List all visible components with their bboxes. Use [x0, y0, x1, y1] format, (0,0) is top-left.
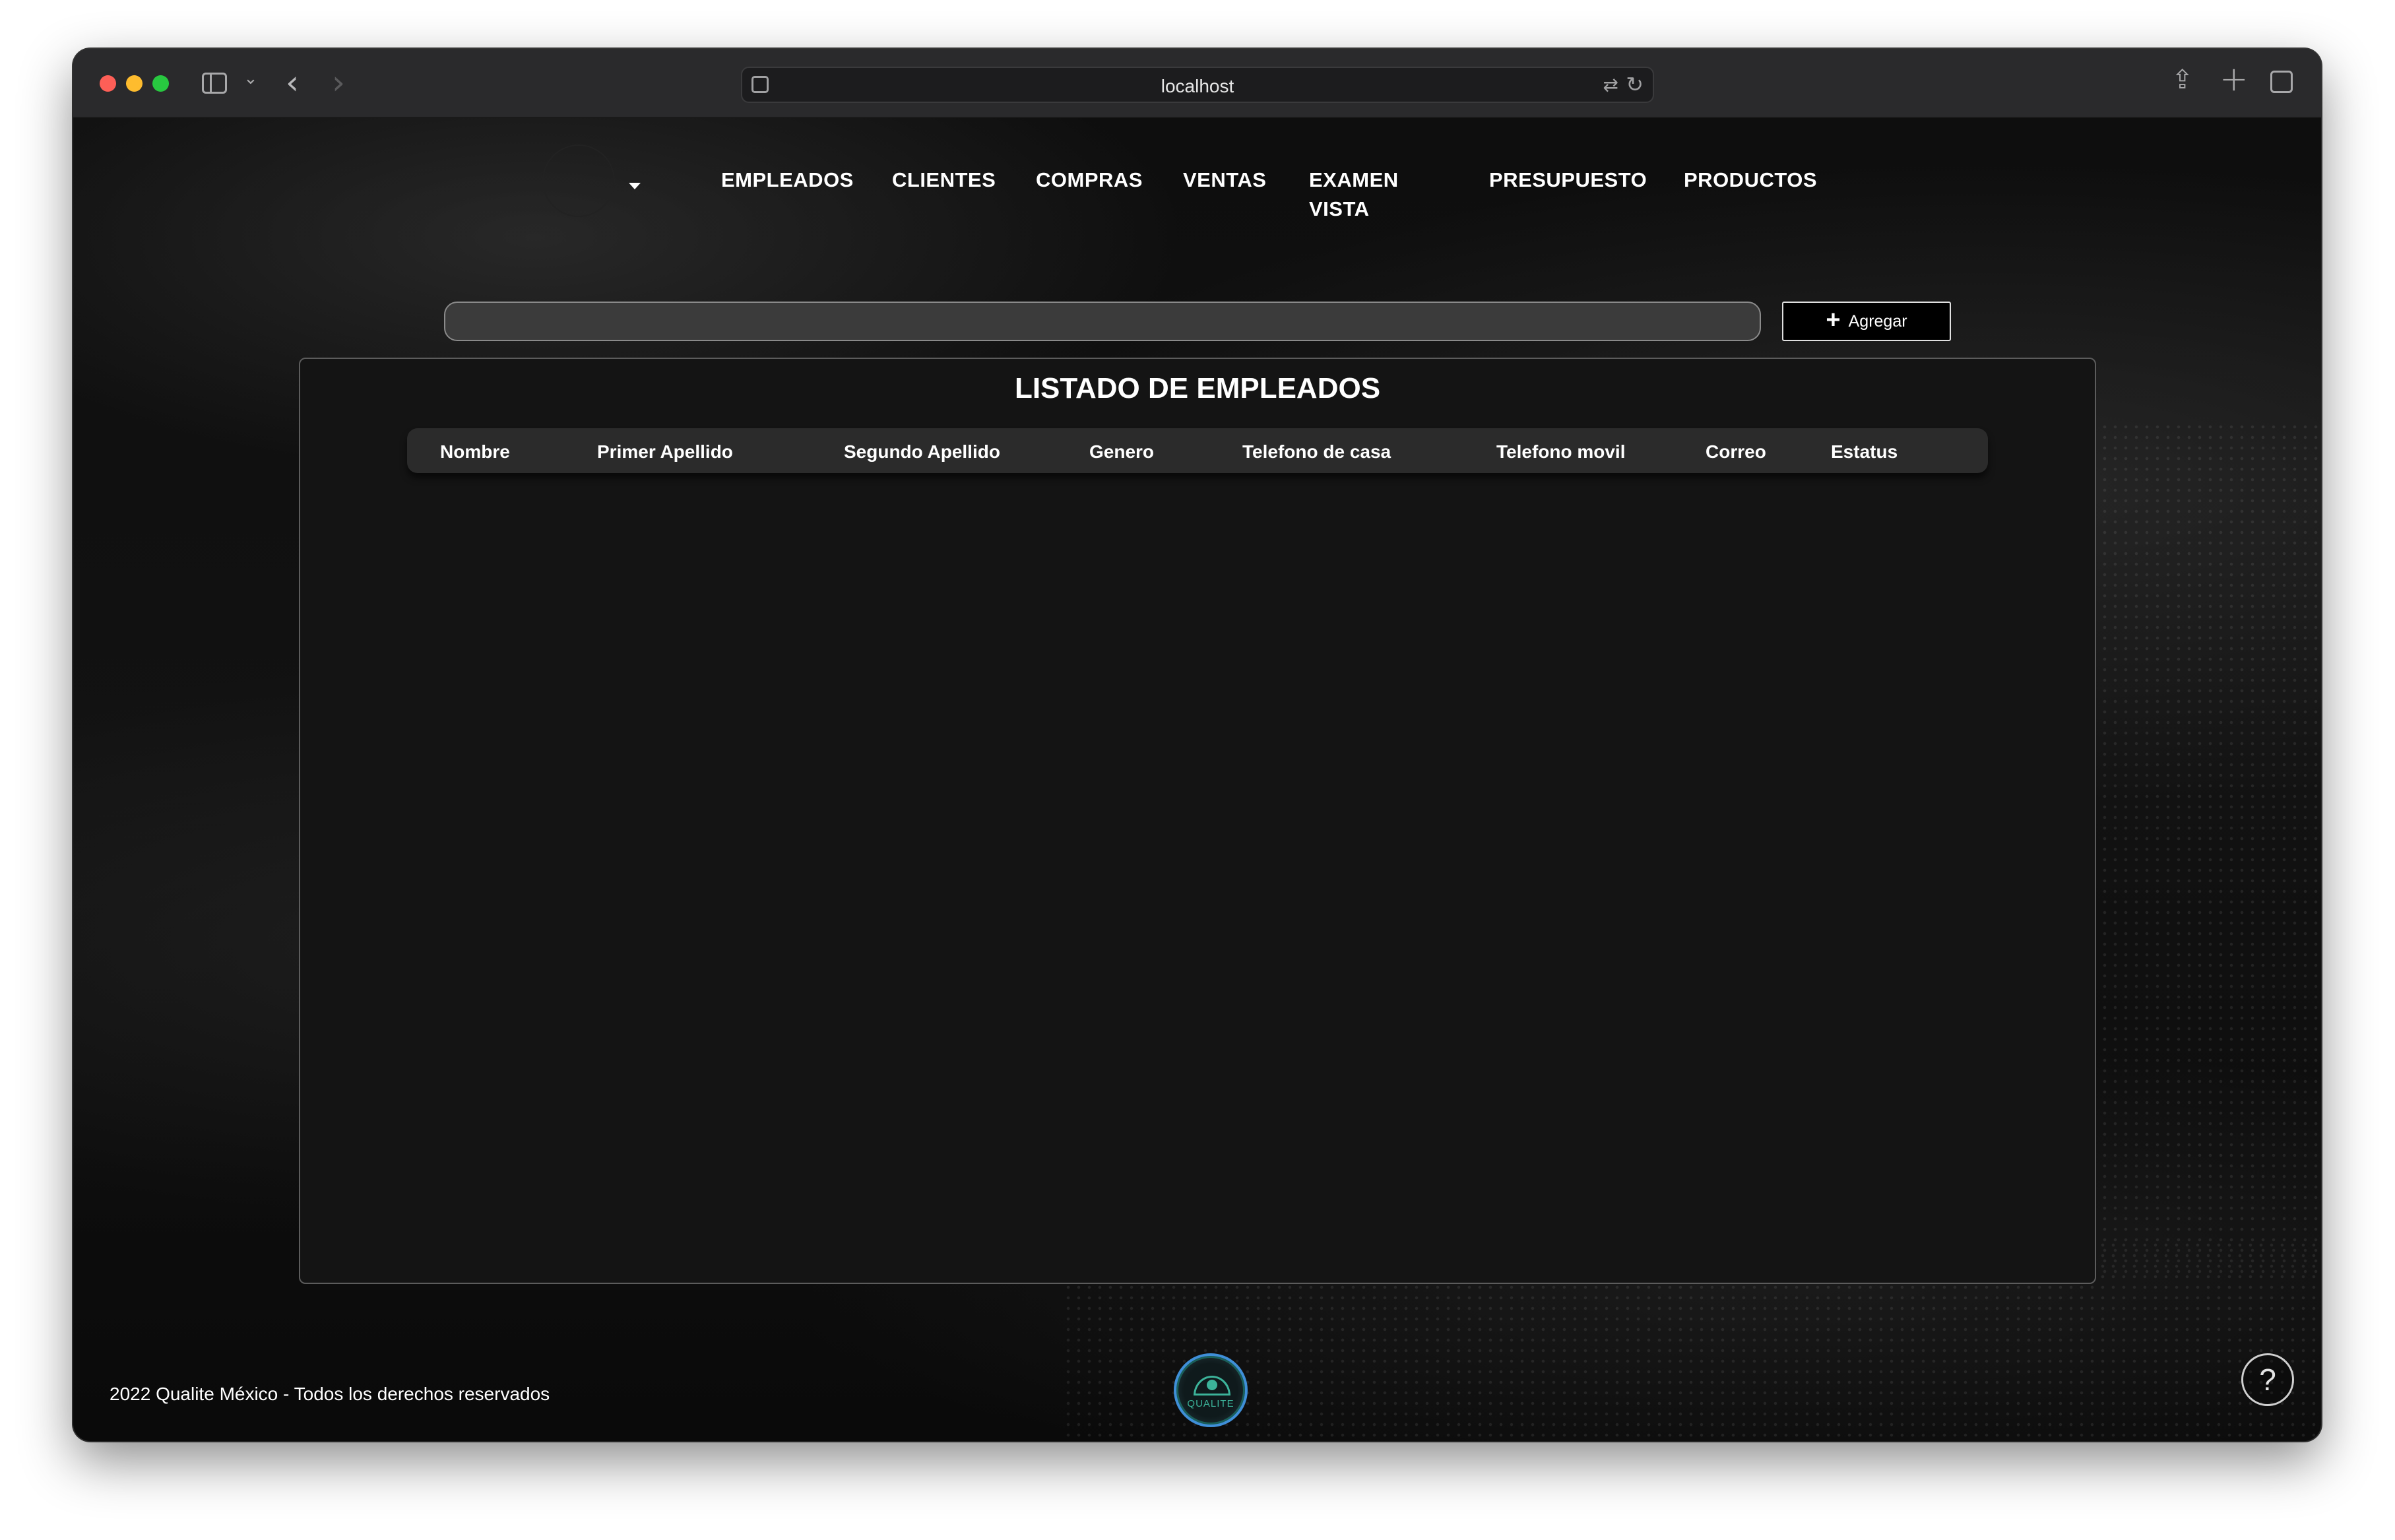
column-header-telefono-movil[interactable]: Telefono movil: [1496, 441, 1626, 463]
help-button[interactable]: ?: [2241, 1353, 2294, 1406]
chevron-down-icon[interactable]: ⌄: [243, 69, 258, 88]
column-header-segundo-apellido[interactable]: Segundo Apellido: [844, 441, 1000, 463]
share-icon[interactable]: ⇪: [2171, 65, 2194, 95]
sidebar-toggle-icon[interactable]: [202, 73, 227, 94]
add-button[interactable]: + Agregar: [1782, 302, 1951, 341]
tabs-overview-icon[interactable]: [2270, 71, 2293, 93]
qualite-logo: QUALITE: [1174, 1353, 1248, 1427]
logo-brand-text: QUALITE: [1187, 1398, 1234, 1409]
add-button-label: Agregar: [1848, 311, 1907, 331]
browser-toolbar: ⌄ ‹ › localhost ⇄ ↻ ⇪ +: [73, 49, 2321, 118]
column-header-nombre[interactable]: Nombre: [440, 441, 510, 463]
caret-down-icon[interactable]: [629, 183, 641, 189]
table-header: Nombre Primer Apellido Segundo Apellido …: [407, 428, 1988, 473]
plus-icon: +: [1826, 306, 1841, 334]
nav-item-productos[interactable]: PRODUCTOS: [1684, 166, 1817, 195]
employees-list-card: LISTADO DE EMPLEADOS Nombre Primer Apell…: [299, 358, 2096, 1284]
nav-item-clientes[interactable]: CLIENTES: [892, 166, 996, 195]
nav-item-compras[interactable]: COMPRAS: [1036, 166, 1143, 195]
url-text[interactable]: localhost: [742, 76, 1653, 97]
browser-window: ⌄ ‹ › localhost ⇄ ↻ ⇪ + EMPLEADOS CLIENT…: [73, 49, 2321, 1441]
main-navigation: EMPLEADOS CLIENTES COMPRAS VENTAS EXAMEN…: [73, 118, 2321, 230]
column-header-primer-apellido[interactable]: Primer Apellido: [597, 441, 733, 463]
back-icon[interactable]: ‹: [286, 63, 299, 102]
zoom-window-button[interactable]: [152, 75, 169, 92]
search-input[interactable]: [444, 302, 1761, 341]
address-bar[interactable]: localhost ⇄ ↻: [741, 67, 1654, 103]
column-header-telefono-casa[interactable]: Telefono de casa: [1242, 441, 1391, 463]
column-header-genero[interactable]: Genero: [1089, 441, 1154, 463]
footer-copyright: 2022 Qualite México - Todos los derechos…: [110, 1384, 550, 1404]
list-title: LISTADO DE EMPLEADOS: [1014, 372, 1381, 404]
translate-icon[interactable]: ⇄: [1603, 74, 1618, 96]
new-tab-icon[interactable]: +: [2219, 59, 2249, 99]
nav-item-ventas[interactable]: VENTAS: [1183, 166, 1266, 195]
column-header-estatus[interactable]: Estatus: [1831, 441, 1898, 463]
minimize-window-button[interactable]: [126, 75, 143, 92]
reload-icon[interactable]: ↻: [1626, 72, 1644, 97]
logo-placeholder[interactable]: [542, 144, 615, 217]
close-window-button[interactable]: [100, 75, 116, 92]
forward-icon[interactable]: ›: [332, 63, 345, 102]
web-page: EMPLEADOS CLIENTES COMPRAS VENTAS EXAMEN…: [73, 118, 2321, 1441]
nav-item-empleados[interactable]: EMPLEADOS: [721, 166, 854, 195]
nav-item-presupuesto[interactable]: PRESUPUESTO: [1489, 166, 1647, 195]
column-header-correo[interactable]: Correo: [1706, 441, 1766, 463]
nav-item-examen-vista[interactable]: EXAMEN VISTA: [1309, 166, 1415, 224]
eye-pupil: [1207, 1380, 1217, 1390]
